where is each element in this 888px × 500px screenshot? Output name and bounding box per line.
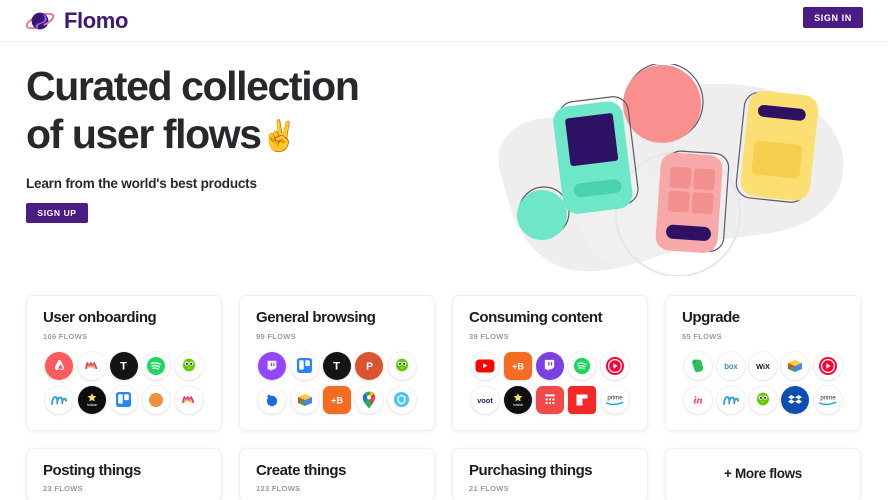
category-card-purchasing-things[interactable]: Purchasing things 21 FLOWS	[452, 447, 648, 500]
mailchimp-icon[interactable]	[45, 385, 74, 414]
myntra-icon[interactable]	[174, 385, 203, 414]
user-flow-phones-illustration	[498, 64, 844, 276]
myntra-icon[interactable]	[77, 351, 106, 380]
card-title: Posting things	[43, 461, 141, 479]
brand-icon-grid: +B voot hotstar prime	[469, 351, 631, 414]
orange-circle-icon[interactable]	[142, 385, 171, 414]
box-icon[interactable]: box	[716, 351, 745, 380]
card-flow-count: 23 FLOWS	[43, 484, 83, 493]
evernote-icon[interactable]	[684, 351, 713, 380]
brand-icon-grid: box WiX in prime	[682, 351, 844, 414]
plusb-icon[interactable]: +B	[322, 385, 351, 414]
colorfold-icon[interactable]	[781, 351, 810, 380]
red-grid-icon[interactable]	[535, 385, 564, 414]
tinder-icon[interactable]: T	[109, 351, 138, 380]
card-title: Create things	[256, 461, 347, 479]
sign-up-button[interactable]: SIGN UP	[26, 202, 88, 223]
hotstar-icon[interactable]: hotstar	[77, 385, 106, 414]
svg-text:T: T	[121, 361, 128, 373]
spotify-icon[interactable]	[142, 351, 171, 380]
youtube-icon[interactable]	[471, 351, 500, 380]
tinder-icon[interactable]: T	[322, 351, 351, 380]
svg-text:WiX: WiX	[756, 361, 770, 370]
category-card-general-browsing[interactable]: General browsing 99 FLOWS T P +B	[239, 295, 435, 431]
category-card-create-things[interactable]: Create things 123 FLOWS	[239, 447, 435, 500]
hotstar-icon[interactable]: hotstar	[503, 385, 532, 414]
svg-text:+B: +B	[331, 395, 343, 405]
svg-text:prime: prime	[820, 394, 836, 401]
card-title: Upgrade	[682, 309, 740, 326]
card-title: Purchasing things	[469, 461, 593, 479]
brand-logo[interactable]: Flomo	[25, 7, 128, 35]
dropbox-icon[interactable]	[781, 385, 810, 414]
card-flow-count: 55 FLOWS	[682, 331, 722, 341]
invision-icon[interactable]: in	[684, 385, 713, 414]
colorfold-icon[interactable]	[290, 385, 319, 414]
svg-text:+B: +B	[512, 361, 524, 371]
airbnb-icon[interactable]	[45, 351, 74, 380]
brand-icon-grid: T P +B	[256, 351, 418, 414]
svg-text:hotstar: hotstar	[512, 403, 523, 407]
google-maps-icon[interactable]	[355, 385, 384, 414]
youtube-music-icon[interactable]	[600, 351, 629, 380]
sign-in-button[interactable]: SIGN IN	[803, 7, 863, 28]
brand-icon-grid: T hotstar	[43, 351, 205, 414]
svg-text:hotstar: hotstar	[86, 403, 97, 407]
trello-icon[interactable]	[109, 385, 138, 414]
prime-icon[interactable]: prime	[600, 385, 629, 414]
card-title: General browsing	[256, 309, 376, 326]
card-flow-count: 123 FLOWS	[256, 484, 301, 493]
card-flow-count: 39 FLOWS	[469, 331, 509, 341]
brand-name: Flomo	[64, 7, 128, 33]
prime-icon[interactable]: prime	[813, 385, 842, 414]
hero-section: Curated collection of user flows✌️ Learn…	[0, 42, 888, 282]
twitch-icon[interactable]	[535, 351, 564, 380]
svg-text:P: P	[366, 361, 373, 372]
svg-text:voot: voot	[477, 395, 493, 404]
twitch-icon[interactable]	[258, 351, 287, 380]
category-grid: User onboarding 106 FLOWS T hotstar Gene…	[26, 295, 862, 500]
youtube-music-icon[interactable]	[813, 351, 842, 380]
svg-text:prime: prime	[607, 394, 623, 401]
blue-dot-icon[interactable]	[258, 385, 287, 414]
svg-text:box: box	[724, 360, 738, 370]
more-flows-label: + More flows	[724, 466, 802, 482]
category-card-upgrade[interactable]: Upgrade 55 FLOWS box WiX in prime	[665, 295, 861, 431]
planet-ring-icon	[25, 12, 55, 30]
wix-icon[interactable]: WiX	[748, 351, 777, 380]
page-title-text: Curated collection of user flows	[26, 63, 360, 158]
page-title: Curated collection of user flows✌️	[26, 62, 446, 159]
duolingo-icon[interactable]	[174, 351, 203, 380]
hero-text-block: Curated collection of user flows✌️ Learn…	[26, 62, 446, 223]
voot-icon[interactable]: voot	[471, 385, 500, 414]
duolingo-icon[interactable]	[748, 385, 777, 414]
svg-text:in: in	[694, 394, 703, 406]
hero-subtitle: Learn from the world's best products	[26, 175, 257, 191]
victory-hand-emoji: ✌️	[260, 120, 298, 154]
trello-icon[interactable]	[290, 351, 319, 380]
card-flow-count: 106 FLOWS	[43, 331, 88, 341]
card-flow-count: 99 FLOWS	[256, 331, 296, 341]
duolingo-icon[interactable]	[387, 351, 416, 380]
category-card-posting-things[interactable]: Posting things 23 FLOWS	[26, 447, 222, 500]
category-card-consuming-content[interactable]: Consuming content 39 FLOWS +B voot hotst…	[452, 295, 648, 431]
producthunt-icon[interactable]: P	[355, 351, 384, 380]
site-header: Flomo SIGN IN	[0, 0, 888, 42]
more-flows-card[interactable]: + More flows	[665, 447, 861, 500]
landing-page: Flomo SIGN IN Curated collection of user…	[0, 0, 888, 500]
mailchimp-icon[interactable]	[716, 385, 745, 414]
card-title: User onboarding	[43, 309, 157, 326]
flipboard-icon[interactable]	[568, 385, 597, 414]
svg-text:T: T	[334, 361, 341, 373]
category-card-user-onboarding[interactable]: User onboarding 106 FLOWS T hotstar	[26, 295, 222, 431]
shield-icon[interactable]	[387, 385, 416, 414]
spotify-icon[interactable]	[568, 351, 597, 380]
card-title: Consuming content	[469, 309, 603, 326]
mint-circle	[517, 190, 567, 240]
pink-circle	[623, 65, 701, 143]
card-flow-count: 21 FLOWS	[469, 484, 509, 493]
plusb-icon[interactable]: +B	[503, 351, 532, 380]
